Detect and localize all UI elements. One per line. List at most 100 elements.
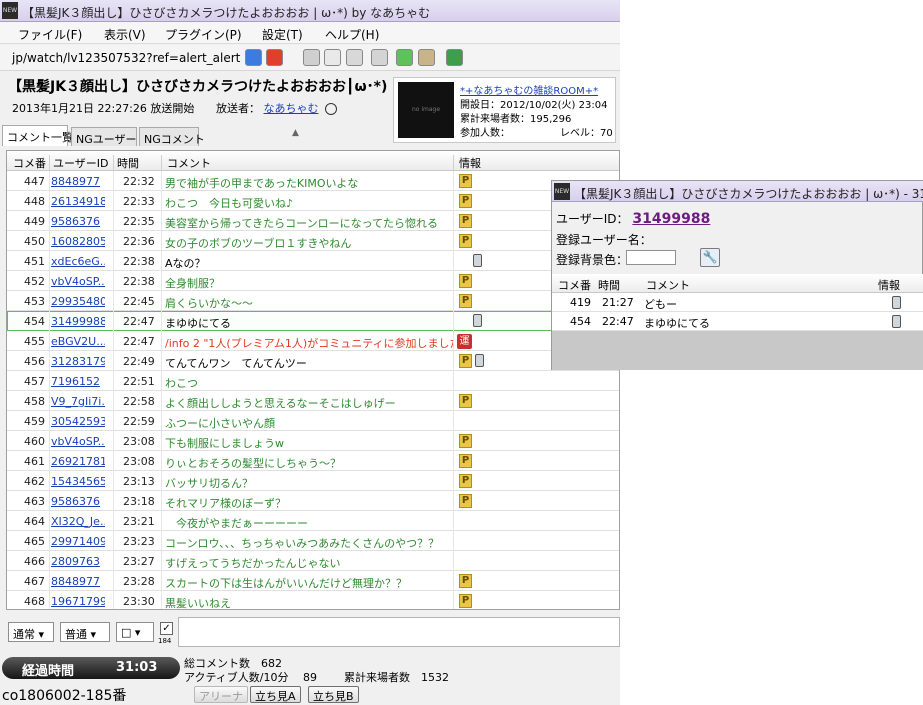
comment-row[interactable]: 464 XI32Q_Je... 23:21 今夜がやまだぁーーーーー	[7, 511, 619, 531]
premium-icon: P	[459, 194, 472, 208]
menu-file[interactable]: ファイル(F)	[18, 26, 82, 43]
sub-header-comment[interactable]: コメント	[646, 277, 690, 293]
comment-row[interactable]: 462 15434565 23:13 バッサリ切るん？ P	[7, 471, 619, 491]
comment-row[interactable]: 448 26134918 22:33 わこつ 今日も可愛いね♪ P	[7, 191, 619, 211]
music-icon[interactable]	[371, 49, 388, 66]
comment-row[interactable]: 455 eBGV2U... 22:47/info 2 "1人(プレミアム1人)がコミ…	[7, 331, 619, 351]
user-id-link[interactable]: 16082805	[51, 235, 105, 248]
comment-text: 女の子のボブのツーブロ１すきやねん	[165, 237, 352, 250]
comment-row[interactable]: 458 V9_7gIi7i... 22:58 よく顔出ししようと思えるなーそこはしゅげ…	[7, 391, 619, 411]
comment-row[interactable]: 461 26921781 23:08 りぃとおそろの髪型にしちゃう～？ P	[7, 451, 619, 471]
user-id-link[interactable]: 26134918	[51, 195, 105, 208]
comment-row[interactable]: 454 31499988 22:47 まゆゆにてる	[7, 311, 619, 331]
comment-row[interactable]: 452 vbV4oSP... 22:38 全身制服？ P	[7, 271, 619, 291]
stop-icon[interactable]	[266, 49, 283, 66]
page-icon[interactable]	[324, 49, 341, 66]
comment-row[interactable]: 460 vbV4oSP... 23:08 下も制服にしましょうw P	[7, 431, 619, 451]
comment-text: 美容室から帰ってきたらコーンローになってたら惚れる	[165, 217, 439, 230]
comment-number: 464	[24, 515, 45, 528]
sub-header-time[interactable]: 時間	[598, 277, 620, 293]
broadcaster-info: 放送者： なあちゃむ	[216, 100, 337, 116]
user-id-link[interactable]: vbV4oSP...	[51, 275, 105, 288]
mode-select[interactable]: 通常 ▾	[8, 622, 54, 642]
user-id-link[interactable]: 9586376	[51, 495, 105, 508]
user-id-link[interactable]: 8848977	[51, 175, 105, 188]
menu-help[interactable]: ヘルプ(H)	[325, 26, 379, 43]
tab-ng-comment[interactable]: NGコメント	[139, 127, 205, 146]
comment-row[interactable]: 457 7196152 22:51 わこつ	[7, 371, 619, 391]
user-id-link[interactable]: 8848977	[51, 575, 105, 588]
comment-number: 467	[24, 575, 45, 588]
stand-a-button[interactable]: 立ち見A	[250, 686, 301, 703]
arena-button[interactable]: アリーナ	[194, 686, 248, 703]
menu-plugin[interactable]: プラグイン(P)	[165, 26, 242, 43]
user-id-link[interactable]: eBGV2U...	[51, 335, 105, 348]
user-id-link[interactable]: 9586376	[51, 215, 105, 228]
user-id-link[interactable]: V9_7gIi7i...	[51, 395, 105, 408]
comment-row[interactable]: 451 xdEc6eG... 22:38 Aなの？	[7, 251, 619, 271]
header-info[interactable]: 情報	[459, 155, 481, 171]
comment-row[interactable]: 468 19671799 23:30 黒髪いいねえ P	[7, 591, 619, 609]
comment-row[interactable]: 449 9586376 22:35 美容室から帰ってきたらコーンローになってたら惚れる…	[7, 211, 619, 231]
mobile-icon	[892, 296, 901, 309]
comment-row[interactable]: 450 16082805 22:36 女の子のボブのツーブロ１すきやねん P	[7, 231, 619, 251]
menu-view[interactable]: 表示(V)	[104, 26, 146, 43]
back-icon[interactable]	[245, 49, 262, 66]
comment-time: 22:58	[123, 395, 155, 408]
settings-icon[interactable]	[418, 49, 435, 66]
header-comment[interactable]: コメント	[167, 155, 211, 171]
comment-time: 23:23	[123, 535, 155, 548]
color-select[interactable]: □ ▾	[116, 622, 154, 642]
url-field[interactable]: jp/watch/lv123507532?ref=alert_alert	[12, 51, 240, 65]
comment-number: 448	[24, 195, 45, 208]
community-name[interactable]: *+なあちゃむの雑談ROOM+*	[460, 82, 598, 97]
camera-icon[interactable]	[303, 49, 320, 66]
collapse-triangle-icon[interactable]: ▲	[292, 128, 299, 138]
user-id-link[interactable]: 26921781	[51, 455, 105, 468]
user-id-link[interactable]: XI32Q_Je...	[51, 515, 105, 528]
comment-row[interactable]: 459 30542593 22:59 ふつーに小さいやん顔	[7, 411, 619, 431]
user-id-link[interactable]: 2809763	[51, 555, 105, 568]
comment-row[interactable]: 466 2809763 23:27 すげえってうちだかったんじゃない	[7, 551, 619, 571]
comment-row[interactable]: 456 31283179 22:49 てんてんワン てんてんツー P	[7, 351, 619, 371]
wrench-icon[interactable]: 🔧	[700, 248, 720, 267]
stand-b-button[interactable]: 立ち見B	[308, 686, 359, 703]
user-comment-row[interactable]: 454 22:47 まゆゆにてる	[552, 312, 923, 331]
size-select[interactable]: 普通 ▾	[60, 622, 110, 642]
header-time[interactable]: 時間	[117, 155, 139, 171]
user-id-link[interactable]: 15434565	[51, 475, 105, 488]
comment-input[interactable]	[178, 617, 620, 647]
sub-header-number[interactable]: コメ番	[558, 277, 591, 293]
user-id-link[interactable]: vbV4oSP...	[51, 435, 105, 448]
user-id-link[interactable]: 30542593	[51, 415, 105, 428]
comment-row[interactable]: 467 8848977 23:28 スカートの下は生はんがいいんだけど無理か？？ P	[7, 571, 619, 591]
tab-comment-list[interactable]: コメント一覧	[2, 125, 73, 146]
plugin-icon[interactable]	[446, 49, 463, 66]
comment-row[interactable]: 463 9586376 23:18 それマリア様のぼーず？ P	[7, 491, 619, 511]
user-id-link[interactable]: 31499988	[51, 315, 105, 328]
user-id-link[interactable]: xdEc6eG...	[51, 255, 105, 268]
user-id-link[interactable]: 31283179	[51, 355, 105, 368]
header-comment-number[interactable]: コメ番	[13, 155, 46, 171]
user-id-link[interactable]: 31499988	[632, 211, 710, 227]
background-color-field[interactable]	[626, 250, 676, 265]
snapshot-icon[interactable]	[346, 49, 363, 66]
user-comment-row[interactable]: 419 21:27 どもー	[552, 293, 923, 312]
user-id-link[interactable]: 29971409	[51, 535, 105, 548]
community-thumbnail[interactable]: no image	[398, 82, 454, 138]
sub-header-info[interactable]: 情報	[878, 277, 900, 293]
comment-row[interactable]: 465 29971409 23:23 コーンロウ、、、ちっちゃいみつあみたくさんのやつ…	[7, 531, 619, 551]
tab-ng-user[interactable]: NGユーザー	[71, 127, 137, 146]
comment-row[interactable]: 453 29935480 22:45 肩くらいかな～～ P	[7, 291, 619, 311]
broadcaster-link[interactable]: なあちゃむ	[264, 102, 319, 115]
user-id-link[interactable]: 29935480	[51, 295, 105, 308]
menu-settings[interactable]: 設定(T)	[262, 26, 303, 43]
green-tool-icon[interactable]	[396, 49, 413, 66]
anonymous-checkbox[interactable]: ✓	[160, 622, 173, 635]
header-user-id[interactable]: ユーザーID	[53, 155, 109, 171]
user-id-link[interactable]: 7196152	[51, 375, 105, 388]
comment-row[interactable]: 447 8848977 22:32 男で袖が手の甲まであったKIMOいよな P	[7, 171, 619, 191]
user-id-link[interactable]: 19671799	[51, 595, 105, 608]
comment-text: 肩くらいかな～～	[165, 297, 253, 310]
sub-app-icon: NEW	[554, 183, 570, 200]
